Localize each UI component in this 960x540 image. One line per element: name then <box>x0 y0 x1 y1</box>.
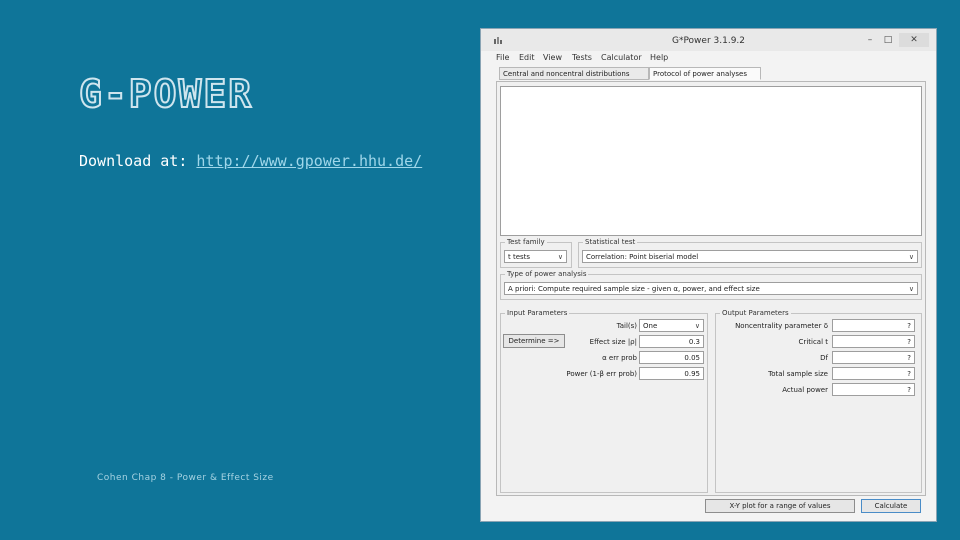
power-analysis-value: A priori: Compute required sample size -… <box>508 285 760 293</box>
xy-plot-button[interactable]: X-Y plot for a range of values <box>705 499 855 513</box>
menu-calculator[interactable]: Calculator <box>601 53 642 62</box>
alpha-field[interactable]: 0.05 <box>639 351 704 364</box>
tab-protocol[interactable]: Protocol of power analyses <box>649 67 761 80</box>
menu-tests[interactable]: Tests <box>572 53 592 62</box>
power-field[interactable]: 0.95 <box>639 367 704 380</box>
critical-t-label: Critical t <box>798 338 828 346</box>
maximize-button[interactable]: □ <box>880 33 896 47</box>
close-button[interactable]: ✕ <box>899 33 929 47</box>
statistical-test-value: Correlation: Point biserial model <box>586 253 699 261</box>
chevron-down-icon: ∨ <box>557 253 563 261</box>
alpha-label: α err prob <box>602 354 637 362</box>
tails-select[interactable]: One ∨ <box>639 319 704 332</box>
test-family-label: Test family <box>505 238 547 246</box>
test-family-select[interactable]: t tests ∨ <box>504 250 567 263</box>
output-parameters-group: Output Parameters Noncentrality paramete… <box>715 309 922 493</box>
slide-title: G-POWER <box>78 71 254 117</box>
power-label: Power (1-β err prob) <box>566 370 637 378</box>
output-parameters-label: Output Parameters <box>720 309 791 317</box>
menu-file[interactable]: File <box>496 53 509 62</box>
df-field: ? <box>832 351 915 364</box>
input-parameters-label: Input Parameters <box>505 309 570 317</box>
input-parameters-group: Input Parameters Determine => Tail(s) On… <box>500 309 708 493</box>
menu-bar: File Edit View Tests Calculator Help <box>481 51 936 63</box>
df-label: Df <box>820 354 828 362</box>
tab-distributions[interactable]: Central and noncentral distributions <box>499 67 649 80</box>
noncentrality-field: ? <box>832 319 915 332</box>
determine-button[interactable]: Determine => <box>503 334 565 348</box>
effect-size-label: Effect size |ρ| <box>589 338 637 346</box>
test-family-value: t tests <box>508 253 531 261</box>
power-analysis-group: Type of power analysis A priori: Compute… <box>500 270 922 300</box>
slide-footer: Cohen Chap 8 - Power & Effect Size <box>97 473 274 483</box>
tails-label: Tail(s) <box>616 322 637 330</box>
minimize-button[interactable]: – <box>862 33 878 47</box>
noncentrality-label: Noncentrality parameter δ <box>735 322 828 330</box>
power-analysis-label: Type of power analysis <box>505 270 589 278</box>
protocol-textarea[interactable] <box>500 86 922 236</box>
tails-value: One <box>643 322 658 330</box>
download-line: Download at: http://www.gpower.hhu.de/ <box>79 152 422 170</box>
total-sample-size-field: ? <box>832 367 915 380</box>
actual-power-field: ? <box>832 383 915 396</box>
chevron-down-icon: ∨ <box>908 253 914 261</box>
total-sample-size-label: Total sample size <box>768 370 828 378</box>
statistical-test-group: Statistical test Correlation: Point bise… <box>578 238 922 268</box>
main-panel: Test family t tests ∨ Statistical test C… <box>496 81 926 496</box>
test-family-group: Test family t tests ∨ <box>500 238 572 268</box>
actual-power-label: Actual power <box>782 386 828 394</box>
effect-size-field[interactable]: 0.3 <box>639 335 704 348</box>
menu-help[interactable]: Help <box>650 53 668 62</box>
chevron-down-icon: ∨ <box>908 285 914 293</box>
window-titlebar[interactable]: G*Power 3.1.9.2 – □ ✕ <box>481 29 936 51</box>
power-analysis-select[interactable]: A priori: Compute required sample size -… <box>504 282 918 295</box>
statistical-test-select[interactable]: Correlation: Point biserial model ∨ <box>582 250 918 263</box>
statistical-test-label: Statistical test <box>583 238 638 246</box>
menu-view[interactable]: View <box>543 53 562 62</box>
gpower-window: G*Power 3.1.9.2 – □ ✕ File Edit View Tes… <box>480 28 937 522</box>
download-prefix: Download at: <box>79 152 188 170</box>
chevron-down-icon: ∨ <box>694 322 700 330</box>
menu-edit[interactable]: Edit <box>519 53 535 62</box>
calculate-button[interactable]: Calculate <box>861 499 921 513</box>
critical-t-field: ? <box>832 335 915 348</box>
download-link[interactable]: http://www.gpower.hhu.de/ <box>196 152 422 170</box>
